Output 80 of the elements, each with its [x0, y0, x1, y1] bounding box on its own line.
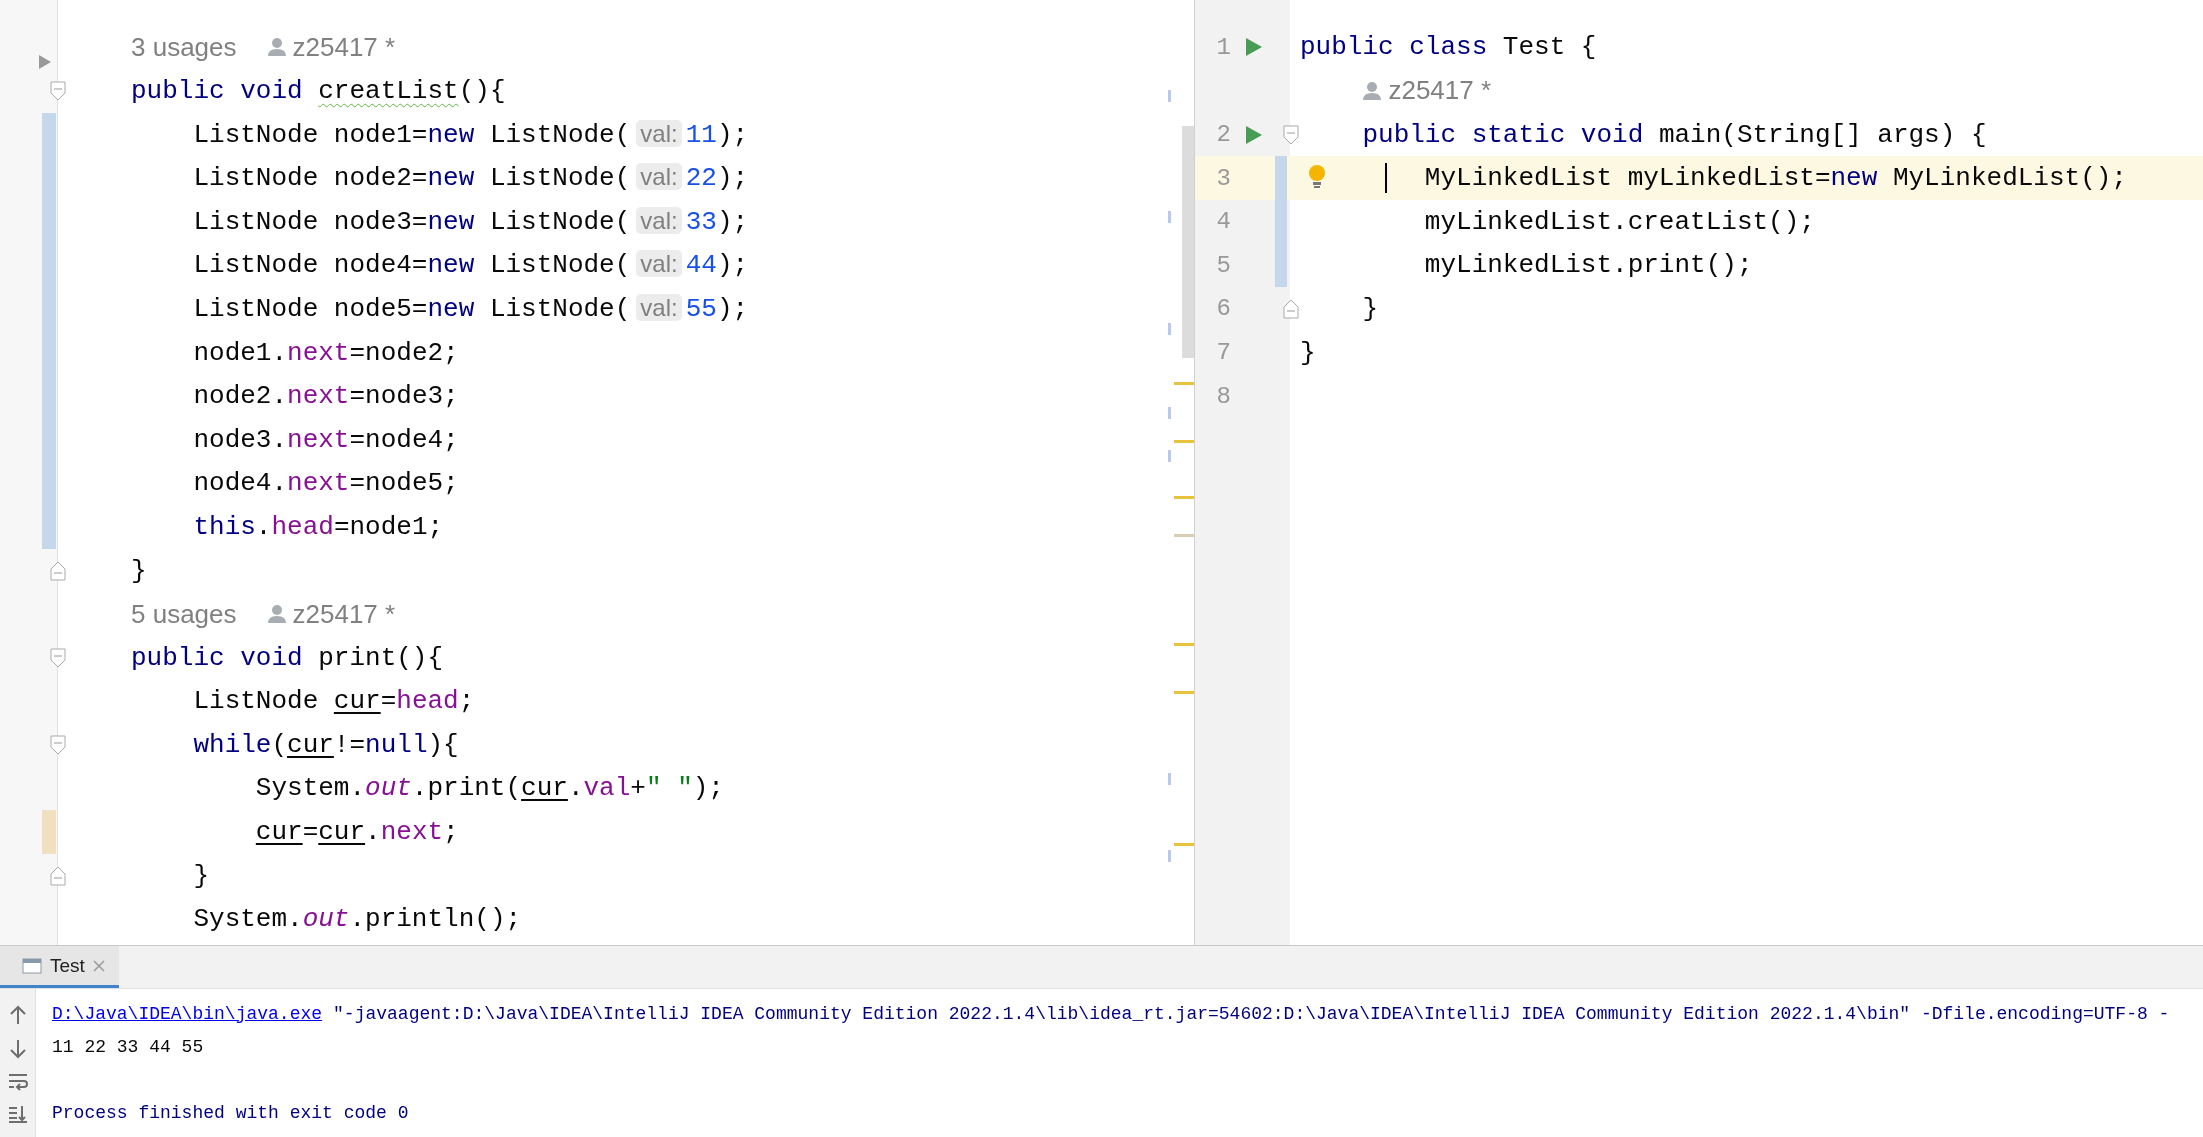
fold-marker-icon[interactable] [1283, 124, 1299, 145]
console-line: Process finished with exit code 0 [52, 1102, 409, 1123]
author-name: z25417 * [292, 31, 396, 63]
code-line: this.head=node1; [193, 511, 444, 542]
run-icon[interactable] [1245, 37, 1263, 58]
soft-wrap-icon[interactable] [7, 1073, 28, 1091]
line-number: 3 [1215, 164, 1231, 192]
fold-marker-icon[interactable] [1283, 299, 1299, 320]
line-number: 6 [1215, 295, 1231, 323]
fold-marker-icon[interactable] [50, 865, 66, 886]
run-icon[interactable] [1245, 124, 1263, 145]
down-arrow-icon[interactable] [8, 1039, 27, 1059]
line-number: 1 [1215, 33, 1231, 61]
change-marker [1168, 210, 1171, 223]
code-line: System.out.print(cur.val+" "); [255, 773, 724, 804]
line-number: 8 [1215, 382, 1231, 410]
code-line: } [1300, 337, 1316, 368]
fold-marker-icon[interactable] [50, 647, 66, 668]
code-line: cur=cur.next; [255, 817, 459, 848]
code-line: public static void main(String[] args) { [1362, 119, 1987, 150]
line-number: 2 [1215, 121, 1231, 149]
usages-link[interactable]: 5 usages [131, 598, 237, 630]
code-line: public void creatList(){ [131, 76, 506, 106]
line-number: 7 [1215, 339, 1231, 367]
console-icon [22, 957, 42, 974]
code-line: node1.next=node2; [193, 337, 459, 368]
code-line: node4.next=node5; [193, 468, 459, 499]
usages-link[interactable]: 3 usages [131, 31, 237, 63]
code-line: public void print(){ [131, 642, 444, 673]
code-line: myLinkedList.print(); [1424, 250, 1753, 281]
run-tab[interactable]: Test [0, 946, 119, 988]
person-icon [266, 604, 287, 625]
person-icon [266, 37, 287, 58]
change-marker [1168, 89, 1171, 102]
code-line: node3.next=node4; [193, 424, 459, 455]
code-line: } [193, 860, 210, 891]
author-name: z25417 * [292, 598, 396, 630]
code-line: ListNode node1=new ListNode( val: 11); [193, 119, 749, 150]
code-line: myLinkedList.creatList(); [1424, 206, 1815, 237]
code-line: System.out.println(); [193, 904, 522, 935]
author-name: z25417 * [1388, 75, 1492, 107]
code-line: MyLinkedList myLinkedList=new MyLinkedList(); [1424, 163, 2127, 194]
warning-marker[interactable] [1174, 643, 1194, 647]
code-line: node2.next=node3; [193, 381, 459, 412]
code-line: while(cur!=null){ [193, 729, 459, 760]
warning-marker[interactable] [1174, 843, 1194, 846]
line-number: 5 [1215, 251, 1231, 279]
scrollbar-thumb[interactable] [1182, 126, 1194, 358]
fold-marker-icon[interactable] [50, 560, 66, 581]
code-line: ListNode node4=new ListNode( val: 44); [193, 250, 749, 281]
text-caret [1385, 163, 1387, 194]
code-line: ListNode node5=new ListNode( val: 55); [193, 293, 749, 324]
console-line: 11 22 33 44 55 [52, 1036, 204, 1057]
code-line: public class Test { [1300, 32, 1597, 63]
code-line: ListNode node2=new ListNode( val: 22); [193, 163, 749, 194]
code-line: } [131, 555, 147, 586]
change-marker [1168, 449, 1171, 462]
code-line: ListNode node3=new ListNode( val: 33); [193, 206, 749, 237]
change-marker [1168, 323, 1171, 336]
console-line: "-javaagent:D:\Java\IDEA\IntelliJ IDEA Community Edition 2022.1.4\lib\idea_rt.jar=54602:D:\Java\IDEA\IntelliJ IDEA Community Edition 2022.1.4\bin" -Dfile.encoding=UTF-8 - [333, 1003, 2170, 1024]
change-marker [1168, 407, 1171, 420]
change-marker [1168, 772, 1171, 785]
line-number: 4 [1215, 208, 1231, 236]
close-icon[interactable] [92, 959, 105, 972]
warning-marker[interactable] [1174, 495, 1194, 499]
code-line: ListNode cur=head; [193, 686, 475, 717]
fold-marker-icon[interactable] [50, 735, 66, 756]
warning-marker[interactable] [1174, 533, 1194, 537]
change-marker [1168, 850, 1171, 862]
fold-marker-icon[interactable] [50, 81, 66, 102]
up-arrow-icon[interactable] [8, 1005, 27, 1025]
person-icon [1362, 81, 1383, 101]
scroll-to-end-icon[interactable] [7, 1105, 28, 1123]
warning-marker[interactable] [1174, 439, 1194, 443]
path-link[interactable]: D:\Java\IDEA\bin\java.exe [52, 1003, 323, 1024]
warning-marker[interactable] [1174, 691, 1194, 695]
expand-arrow-icon[interactable] [38, 53, 52, 70]
lightbulb-icon[interactable] [1308, 164, 1326, 191]
warning-marker[interactable] [1174, 382, 1194, 386]
code-line: } [1362, 293, 1379, 324]
